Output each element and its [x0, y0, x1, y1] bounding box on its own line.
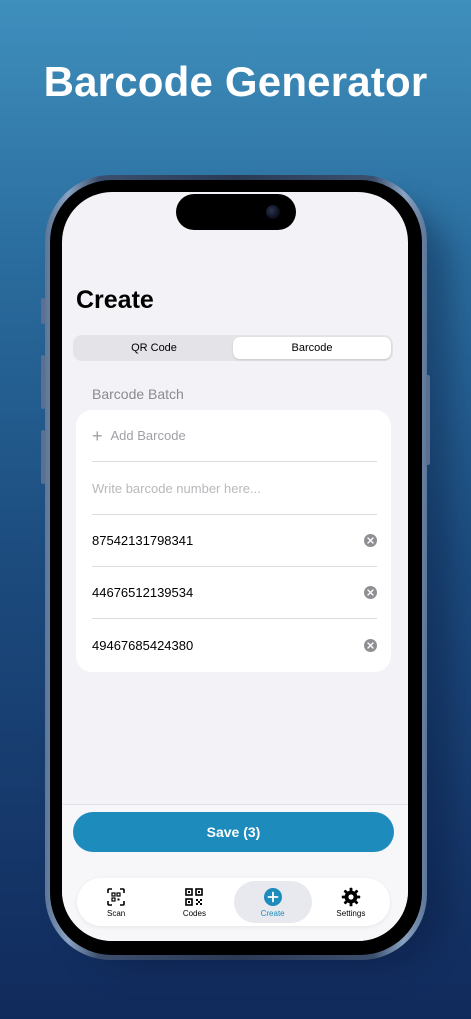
scan-icon — [107, 887, 125, 906]
gear-icon — [341, 887, 361, 906]
tab-settings[interactable]: Settings — [312, 881, 390, 923]
barcode-value: 44676512139534 — [92, 585, 194, 600]
segment-barcode[interactable]: Barcode — [233, 337, 391, 359]
barcode-number-input[interactable] — [92, 481, 377, 496]
tab-bar: Scan Codes Create Settings — [77, 878, 390, 926]
volume-down-button — [41, 430, 45, 484]
plus-circle-icon — [263, 887, 282, 906]
power-button — [426, 375, 430, 465]
tab-scan[interactable]: Scan — [77, 881, 155, 923]
tab-codes[interactable]: Codes — [155, 881, 233, 923]
tab-label: Scan — [107, 908, 126, 918]
add-barcode-label: Add Barcode — [110, 428, 186, 443]
plus-icon: + — [92, 425, 103, 446]
tab-label: Codes — [182, 908, 206, 918]
tab-create[interactable]: Create — [233, 881, 312, 923]
promo-page: Barcode Generator Create QR Code Barcode… — [0, 0, 471, 1019]
tab-label: Create — [260, 908, 285, 918]
clear-icon[interactable] — [364, 586, 377, 599]
page-title: Create — [76, 286, 154, 314]
app-screen: Create QR Code Barcode Barcode Batch + A… — [62, 192, 408, 941]
clear-icon[interactable] — [364, 534, 377, 547]
barcode-value: 49467685424380 — [92, 637, 194, 653]
segment-qr-code[interactable]: QR Code — [75, 337, 233, 359]
dynamic-island — [176, 194, 296, 230]
add-barcode-button[interactable]: + Add Barcode — [92, 410, 377, 462]
barcode-value: 87542131798341 — [92, 533, 194, 548]
list-item: 49467685424380 — [92, 619, 377, 671]
save-button[interactable]: Save (3) — [73, 812, 394, 852]
qr-code-icon — [185, 887, 204, 906]
barcode-input-row — [92, 463, 377, 515]
action-button — [41, 298, 45, 324]
barcode-batch-card: + Add Barcode 87542131798341 44676512139… — [76, 410, 391, 672]
promo-headline: Barcode Generator — [43, 58, 428, 105]
tab-label: Settings — [336, 908, 366, 918]
volume-up-button — [41, 355, 45, 409]
clear-icon[interactable] — [364, 638, 377, 652]
type-segmented-control[interactable]: QR Code Barcode — [73, 335, 393, 361]
camera-icon — [266, 205, 280, 219]
section-label: Barcode Batch — [92, 386, 184, 402]
list-item: 44676512139534 — [92, 567, 377, 619]
list-item: 87542131798341 — [92, 515, 377, 567]
